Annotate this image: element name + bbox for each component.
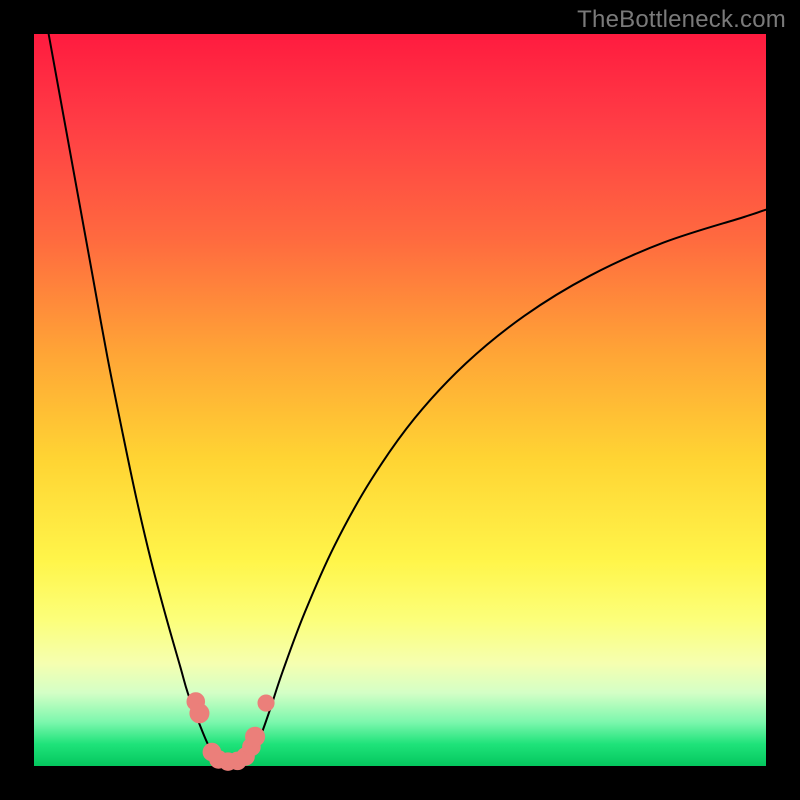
watermark-text: TheBottleneck.com	[577, 6, 786, 34]
curve-right-branch	[246, 210, 766, 763]
data-markers	[187, 693, 274, 771]
data-marker	[258, 695, 274, 711]
data-marker	[190, 704, 209, 723]
curve-group	[49, 34, 766, 762]
chart-frame: TheBottleneck.com	[0, 0, 800, 800]
curve-left-branch	[49, 34, 221, 762]
data-marker	[246, 727, 265, 746]
chart-svg	[34, 34, 766, 766]
